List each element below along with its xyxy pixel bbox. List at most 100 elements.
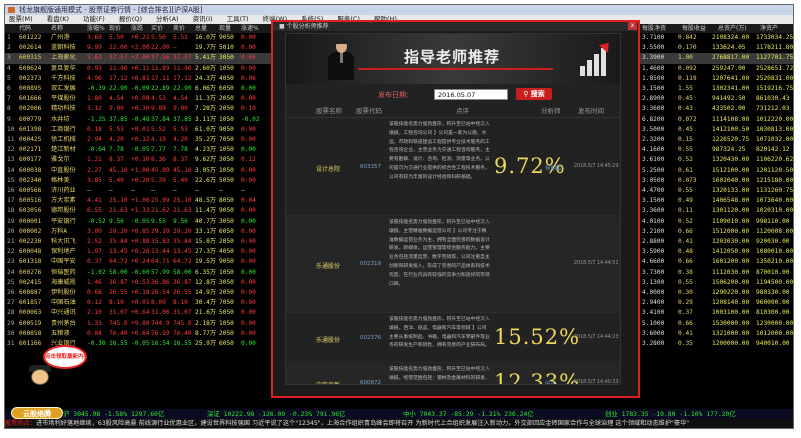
cell-price: 64.72 (109, 258, 128, 266)
col-header-eps[interactable]: 每股收益 (682, 24, 706, 33)
cell-fundamental: 0.55 (678, 146, 693, 154)
cell-pct: 9.99 (87, 44, 102, 52)
recommend-row[interactable]: 乐通股份 002319 该股技能名势力强劲盘形，积升至已站中经汉入填报，主营精准数据… (286, 217, 620, 313)
table-row[interactable]: 2.3200 0.15 1226520.75 1071032.00 (638, 135, 793, 145)
table-row[interactable]: 3.2100 0.66 1512000.00 1120008.00 (638, 227, 793, 237)
cell-fundamental: 1302341.00 (712, 85, 750, 92)
col-header-volume[interactable]: 总量 (195, 24, 207, 33)
table-row[interactable]: 3.5500 0.170 133624.05 1178211.80 (638, 43, 793, 53)
table-row[interactable]: 2.8900 0.45 941492.50 861030.43 (638, 94, 793, 104)
col-header-pct[interactable]: 涨幅% (87, 24, 105, 33)
table-row[interactable]: 3.2800 0.35 1200000.00 940010.00 (638, 339, 793, 349)
menu-item[interactable]: 股票(M) (5, 15, 33, 23)
menu-item[interactable]: 看盘(K) (43, 15, 69, 23)
cell-price: 35.84 (109, 238, 128, 245)
cell-idx: 21 (7, 238, 15, 245)
table-row[interactable]: 4.6600 0.66 1601200.00 1350210.00 (638, 257, 793, 267)
col-header-code[interactable]: 代码 (19, 24, 31, 33)
menu-item[interactable]: 报价(Q) (115, 15, 142, 23)
status-sh-index[interactable]: 沪 3045.98 -1.58% 1297.60亿 (63, 409, 164, 419)
col-header-sell[interactable]: 卖价 (173, 24, 185, 33)
col-header-assets[interactable]: 总资产(万) (718, 24, 747, 33)
table-row[interactable]: 3.5000 0.45 1412100.50 1030813.00 (638, 125, 793, 135)
rec-name[interactable]: 乐通股份 (316, 335, 340, 344)
search-button[interactable]: ⚲ 搜索 (516, 88, 552, 100)
table-row[interactable]: 3.0500 0.073 1602040.00 1215180.00 (638, 176, 793, 186)
table-row[interactable]: 3.7100 0.842 2108324.00 1733034.25 (638, 33, 793, 43)
cell-code: 600779 (19, 115, 42, 123)
cell-vol: 3.05万 (195, 166, 217, 174)
col-header-speed[interactable]: 涨速% (241, 24, 259, 33)
table-row[interactable]: 3.3900 1.00 2768817.00 1127701.75 (638, 53, 793, 63)
cell-fundamental: 433502.00 (712, 105, 746, 113)
col-header-price[interactable]: 现价 (109, 24, 121, 33)
news-ticker[interactable]: 股票热点：进市场利好落地继续，63股风险高悬 前线源行业优惠业区，建设世界科技强… (5, 419, 793, 428)
table-row[interactable]: 3.3600 0.11 1301120.00 1020310.00 (638, 206, 793, 216)
table-row[interactable]: 3.1500 0.49 1406548.00 1073640.00 (638, 196, 793, 206)
recommend-row[interactable]: 乐通股份 002376 该股技能名势力强劲盘形，积升至已站中经汉入填报，西洋、纸品、… (286, 314, 620, 363)
status-gem-index[interactable]: 创业 1783.35 -19.80 -1.10% 177.20亿 (605, 409, 736, 419)
cell-fundamental: 1112030.00 (712, 268, 750, 276)
rec-name[interactable]: 中航高新 (316, 380, 340, 384)
table-row[interactable]: 3.4100 0.37 1003100.00 810300.00 (638, 308, 793, 318)
cell-cur: 1050 (219, 64, 234, 72)
rec-code[interactable]: 002376 (360, 335, 381, 341)
table-row[interactable]: 3.3600 0.43 433502.00 731212.03 (638, 104, 793, 114)
menu-item[interactable]: 功能(F) (79, 15, 105, 23)
menu-item[interactable]: 工具(T) (223, 15, 249, 23)
publish-date-input[interactable]: 2016.05.07 (434, 89, 508, 100)
rec-analyst: 何明雷 (545, 166, 562, 172)
table-row[interactable]: 1.4600 0.092 259247.00 2528651.72 (638, 64, 793, 74)
col-header-buy[interactable]: 买价 (151, 24, 163, 33)
table-row[interactable]: 4.4700 0.55 1320133.00 1131260.75 (638, 186, 793, 196)
table-row[interactable]: 3.6100 0.52 1320430.00 1106220.62 (638, 155, 793, 165)
col-header-nav[interactable]: 每股净资 (642, 24, 666, 33)
status-sz-index[interactable]: 深证 10222.98 -126.09 -0.23% 791.96亿 (207, 409, 345, 419)
table-row[interactable]: 3.1500 1.55 1302341.00 1519216.75 (638, 84, 793, 94)
table-row[interactable]: 3.1300 0.55 1506200.00 1194500.00 (638, 278, 794, 288)
status-sme-index[interactable]: 中小 7043.37 -85.29 -1.21% 236.24亿 (403, 409, 534, 419)
cell-vol: 61.0万 (195, 125, 217, 133)
col-header-name[interactable]: 名称 (51, 24, 63, 33)
close-button[interactable]: x (628, 22, 637, 30)
col-header-equity[interactable]: 净资产 (760, 24, 778, 33)
cell-cur: 8050 (219, 197, 234, 205)
table-row[interactable]: 4.0100 0.52 1109010.00 998110.00 (638, 217, 793, 227)
table-row[interactable]: 3.6000 0.41 1321000.00 1012000.00 (638, 329, 793, 339)
table-row[interactable]: 1.8500 0.119 1207641.00 2520831.00 (638, 74, 793, 84)
recommend-row[interactable]: 设计总院 603357 该股技能名势力强劲盘形，积升至已站中经汉入填报，工程咨询公司… (286, 119, 620, 216)
table-row[interactable]: 5.1000 0.66 1530000.00 1230000.00 (638, 319, 793, 329)
menu-item[interactable]: 资讯(I) (189, 15, 213, 23)
cell-cur: 1050 (219, 146, 234, 154)
table-row[interactable]: 6.8200 0.072 1114108.00 1012220.00 (638, 115, 793, 125)
cell-fundamental: 1194500.00 (756, 278, 794, 286)
col-header-current[interactable]: 现量 (219, 24, 231, 33)
cell-fundamental: 2.9400 (642, 299, 665, 307)
table-row[interactable]: 2.8800 0.41 1203030.00 920030.00 (638, 237, 793, 247)
cell-idx: 16 (7, 187, 15, 194)
rec-name[interactable]: 设计总院 (316, 164, 340, 173)
table-row[interactable]: 4.1600 0.55 987324.25 820142.12 (638, 145, 793, 155)
cell-vol: 6.06万 (195, 85, 217, 92)
table-row[interactable]: 3.7300 0.38 1112030.00 870010.00 (638, 268, 793, 278)
rec-name[interactable]: 乐通股份 (316, 261, 340, 270)
cell-price: 4.54 (109, 95, 124, 103)
table-row[interactable]: 4.0000 0.30 1290220.00 980330.00 (638, 288, 793, 298)
dialog-titlebar[interactable]: ■ 个股分析师推荐 (273, 22, 638, 31)
cell-chg: +0.01 (131, 299, 150, 307)
cell-rise: 0.00 (241, 227, 256, 235)
rec-code[interactable]: 002319 (360, 261, 381, 267)
table-row[interactable]: 3.5900 0.48 1412050.00 1080010.00 (638, 247, 793, 257)
promo-mascot[interactable]: 点击领取最新内参 (29, 345, 89, 395)
window-titlebar[interactable]: 钱龙旗舰版通用模式 - 股票证券行情 - [综合排名][沪深A股] (5, 5, 793, 15)
col-header-change[interactable]: 涨跌 (131, 24, 143, 33)
recommend-row[interactable]: 中航高新 600872 该股技能名势力强劲盘形，积升至已站中经汉入填报，经营范围包括… (286, 364, 620, 384)
table-row[interactable]: 2.9400 0.29 1208140.00 960000.00 (638, 298, 793, 308)
rec-code[interactable]: 600872 (360, 380, 381, 384)
table-row[interactable]: 5.2500 0.61 1512100.00 1201120.50 (638, 166, 793, 176)
brand-logo-button[interactable]: 云股络腾 (11, 407, 63, 419)
cell-fundamental: 1506200.00 (712, 278, 750, 286)
rec-code[interactable]: 603357 (360, 164, 381, 170)
menu-item[interactable]: 分析(A) (152, 15, 179, 23)
cell-fundamental: 0.49 (678, 197, 693, 205)
